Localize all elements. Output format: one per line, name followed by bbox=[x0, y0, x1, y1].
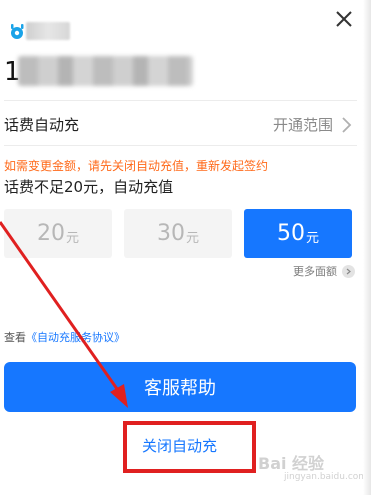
amount-unit: 元 bbox=[305, 231, 319, 246]
chevron-right-small-icon bbox=[346, 268, 351, 275]
agreement-link[interactable]: 《自动充服务协议》 bbox=[26, 331, 125, 344]
app-logo-icon bbox=[11, 24, 24, 39]
amount-option-20[interactable]: 20 元 bbox=[4, 209, 112, 258]
amount-value: 30 bbox=[156, 221, 185, 246]
annotation-highlight-box bbox=[123, 421, 256, 473]
account-name-blurred bbox=[26, 22, 70, 40]
service-scope-link[interactable]: 开通范围 bbox=[273, 114, 333, 136]
agreement-line: 查看《自动充服务协议》 bbox=[4, 330, 125, 346]
watermark-sub: jingyan.baidu.com bbox=[284, 472, 368, 482]
autopay-title: 话费自动充 bbox=[4, 116, 80, 134]
phone-number-blurred bbox=[18, 56, 193, 86]
customer-help-button[interactable]: 客服帮助 bbox=[4, 362, 356, 412]
divider bbox=[4, 100, 357, 101]
autopay-condition: 话费不足20元，自动充值 bbox=[4, 178, 174, 196]
amount-option-50-selected[interactable]: 50 元 bbox=[244, 209, 352, 258]
chevron-right-icon[interactable] bbox=[339, 116, 353, 134]
amount-unit: 元 bbox=[65, 231, 79, 246]
watermark-logo: Bai 经验 bbox=[258, 454, 325, 473]
agreement-prefix: 查看 bbox=[4, 331, 26, 344]
divider bbox=[4, 145, 357, 146]
amount-unit: 元 bbox=[185, 231, 199, 246]
amount-option-30[interactable]: 30 元 bbox=[124, 209, 232, 258]
warning-text: 如需变更金额，请先关闭自动充值，重新发起签约 bbox=[4, 159, 269, 173]
close-icon[interactable] bbox=[333, 8, 355, 30]
right-edge-shadow bbox=[363, 0, 371, 495]
amount-value: 20 bbox=[36, 221, 65, 246]
more-amounts-link[interactable]: 更多面额 bbox=[293, 264, 337, 280]
amount-value: 50 bbox=[276, 221, 305, 246]
chevron-right-circle-icon[interactable] bbox=[342, 265, 355, 278]
